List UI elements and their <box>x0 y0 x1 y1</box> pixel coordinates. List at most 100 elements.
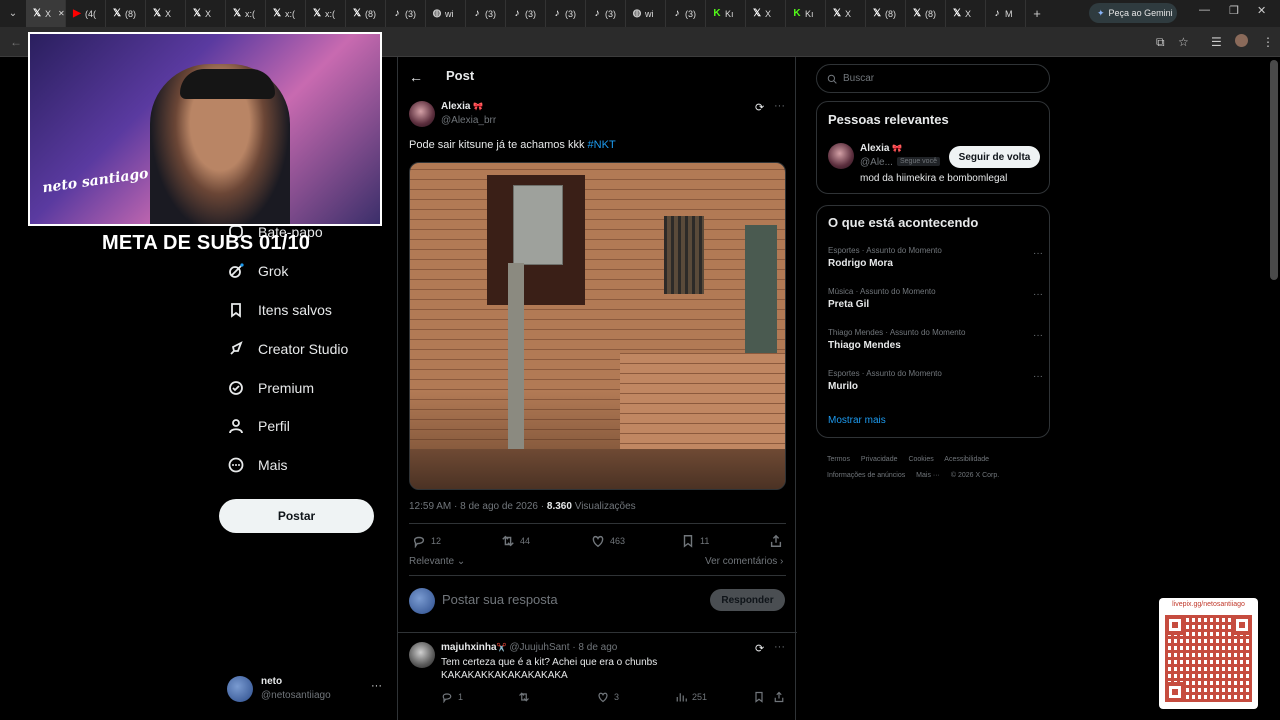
minimize-icon[interactable]: — <box>1199 4 1210 16</box>
trend-item[interactable]: Música · Assunto do Momento Preta Gil ··… <box>828 287 1043 310</box>
comment-handle[interactable]: @JuujuhSant <box>509 642 569 653</box>
browser-tab[interactable]: ♪ (3) <box>546 0 586 27</box>
page-scrollbar[interactable] <box>1270 60 1278 280</box>
post-more-icon[interactable]: ··· <box>774 100 785 112</box>
browser-tab[interactable]: ♪ (3) <box>586 0 626 27</box>
reply-action[interactable]: 12 <box>412 534 441 548</box>
browser-tab[interactable]: ♪ (3) <box>506 0 546 27</box>
account-avatar[interactable] <box>227 676 253 702</box>
trend-more-icon[interactable]: ··· <box>1033 330 1043 341</box>
comment-bookmark-action[interactable] <box>753 691 765 703</box>
nav-item-creator-studio[interactable]: Creator Studio <box>228 341 348 357</box>
author-avatar[interactable] <box>409 101 435 127</box>
comment-share-action[interactable] <box>773 691 785 703</box>
browser-tab[interactable]: 𝕏 X ✕ <box>26 0 66 27</box>
browser-tab[interactable]: ♪ (3) <box>386 0 426 27</box>
comment-views-action[interactable]: 251 <box>675 691 707 703</box>
comment-author-name[interactable]: majuhxinha <box>441 642 497 653</box>
browser-tab[interactable]: 𝕏 (8) <box>906 0 946 27</box>
browser-tab[interactable]: ♪ (3) <box>466 0 506 27</box>
relevant-person-avatar[interactable] <box>828 143 854 169</box>
browser-tab[interactable]: 𝕏 (8) <box>866 0 906 27</box>
tab-list-chevron-icon[interactable]: ⌄ <box>0 8 26 19</box>
browser-menu-icon[interactable]: ⋮ <box>1262 35 1274 49</box>
sort-dropdown[interactable]: Relevante ⌄ <box>409 556 465 567</box>
author-name[interactable]: Alexia 🎀 <box>441 101 483 112</box>
back-arrow-icon[interactable]: ← <box>10 35 22 49</box>
author-handle[interactable]: @Alexia_brr <box>441 115 496 126</box>
relevant-person-name[interactable]: Alexia 🎀 <box>860 143 902 154</box>
footer-link[interactable]: Termos <box>827 456 850 463</box>
nav-item-premium[interactable]: Premium <box>228 380 314 396</box>
follows-you-badge: Segue você <box>897 157 940 166</box>
browser-tab[interactable]: 𝕏X <box>146 0 186 27</box>
browser-tab[interactable]: K Kı <box>706 0 746 27</box>
comment-like-action[interactable]: 3 <box>597 691 619 703</box>
profile-avatar-icon[interactable] <box>1235 34 1248 47</box>
trend-more-icon[interactable]: ··· <box>1033 248 1043 259</box>
footer-link[interactable]: Privacidade <box>861 456 898 463</box>
comment-avatar[interactable] <box>409 642 435 668</box>
nav-item-profile[interactable]: Perfil <box>228 418 290 434</box>
comment-repost-action[interactable] <box>518 691 535 703</box>
nav-item-bookmarks[interactable]: Itens salvos <box>228 302 332 318</box>
footer-link[interactable]: Cookies <box>908 456 933 463</box>
compose-post-button[interactable]: Postar <box>219 499 374 533</box>
media-control-icon[interactable]: ☰ <box>1211 35 1222 49</box>
reply-submit-button[interactable]: Responder <box>710 589 785 611</box>
browser-tab[interactable]: 𝕏x:( <box>226 0 266 27</box>
browser-tab[interactable]: 𝕏 (8) <box>346 0 386 27</box>
browser-tab[interactable]: 𝕏X <box>826 0 866 27</box>
browser-tab[interactable]: ◍ wi <box>626 0 666 27</box>
gemini-button[interactable]: ✦ Peça ao Gemini <box>1089 3 1177 23</box>
tiktok-icon: ♪ <box>594 8 600 19</box>
browser-tab[interactable]: ♪ M <box>986 0 1026 27</box>
see-comments-link[interactable]: Ver comentários › <box>705 556 783 567</box>
follow-back-button[interactable]: Seguir de volta <box>949 146 1040 168</box>
browser-tab[interactable]: 𝕏X <box>186 0 226 27</box>
grok-explain-icon[interactable]: ⟳ <box>755 101 764 114</box>
browser-tab[interactable]: 𝕏 (8) <box>106 0 146 27</box>
footer-link[interactable]: Acessibilidade <box>944 456 989 463</box>
post-image[interactable] <box>409 162 786 490</box>
browser-tab[interactable]: ♪ (3) <box>666 0 706 27</box>
close-window-icon[interactable]: ✕ <box>1257 4 1266 17</box>
restore-icon[interactable]: ❐ <box>1229 4 1239 17</box>
verified-icon <box>229 381 243 395</box>
close-tab-icon[interactable]: ✕ <box>58 9 65 18</box>
share-action[interactable] <box>769 534 783 548</box>
new-tab-plus-icon[interactable]: + <box>1026 6 1048 21</box>
comment-reply-action[interactable]: 1 <box>441 691 463 703</box>
trend-more-icon[interactable]: ··· <box>1033 289 1043 300</box>
trend-item[interactable]: Esportes · Assunto do Momento Murilo ··· <box>828 369 1043 392</box>
browser-tab[interactable]: 𝕏x:( <box>266 0 306 27</box>
post-hashtag[interactable]: #NKT <box>588 139 616 151</box>
browser-tab-label: wi <box>645 8 654 19</box>
reply-input[interactable]: Postar sua resposta <box>442 592 558 607</box>
show-more-link[interactable]: Mostrar mais <box>828 415 886 426</box>
comment-more-icon[interactable]: ··· <box>774 641 785 653</box>
browser-tab[interactable]: 𝕏x:( <box>306 0 346 27</box>
account-menu-icon[interactable]: ··· <box>371 680 382 692</box>
back-button[interactable]: ← <box>409 69 423 85</box>
search-box[interactable]: Buscar <box>816 64 1050 93</box>
browser-tab[interactable]: K Kı <box>786 0 826 27</box>
comment-grok-icon[interactable]: ⟳ <box>755 642 764 655</box>
footer-link[interactable]: Mais ··· <box>916 472 940 479</box>
browser-tab[interactable]: 𝕏X <box>746 0 786 27</box>
bookmark-action[interactable]: 11 <box>681 534 709 548</box>
trend-more-icon[interactable]: ··· <box>1033 371 1043 382</box>
nav-item-more[interactable]: Mais <box>228 457 288 473</box>
footer-link[interactable]: Informações de anúncios <box>827 472 905 479</box>
x-icon: 𝕏 <box>232 8 242 19</box>
browser-tab[interactable]: 𝕏X <box>946 0 986 27</box>
like-action[interactable]: 463 <box>591 534 625 548</box>
repost-action[interactable]: 44 <box>501 534 530 548</box>
install-app-icon[interactable]: ⧉ <box>1156 35 1165 50</box>
bookmark-star-icon[interactable]: ☆ <box>1178 35 1189 49</box>
trend-item[interactable]: Thiago Mendes · Assunto do Momento Thiag… <box>828 328 1043 351</box>
nav-item-grok[interactable]: Grok <box>228 263 288 279</box>
trend-item[interactable]: Esportes · Assunto do Momento Rodrigo Mo… <box>828 246 1043 269</box>
browser-tab[interactable]: ◍ wi <box>426 0 466 27</box>
browser-tab[interactable]: ▶ (4( <box>66 0 106 27</box>
